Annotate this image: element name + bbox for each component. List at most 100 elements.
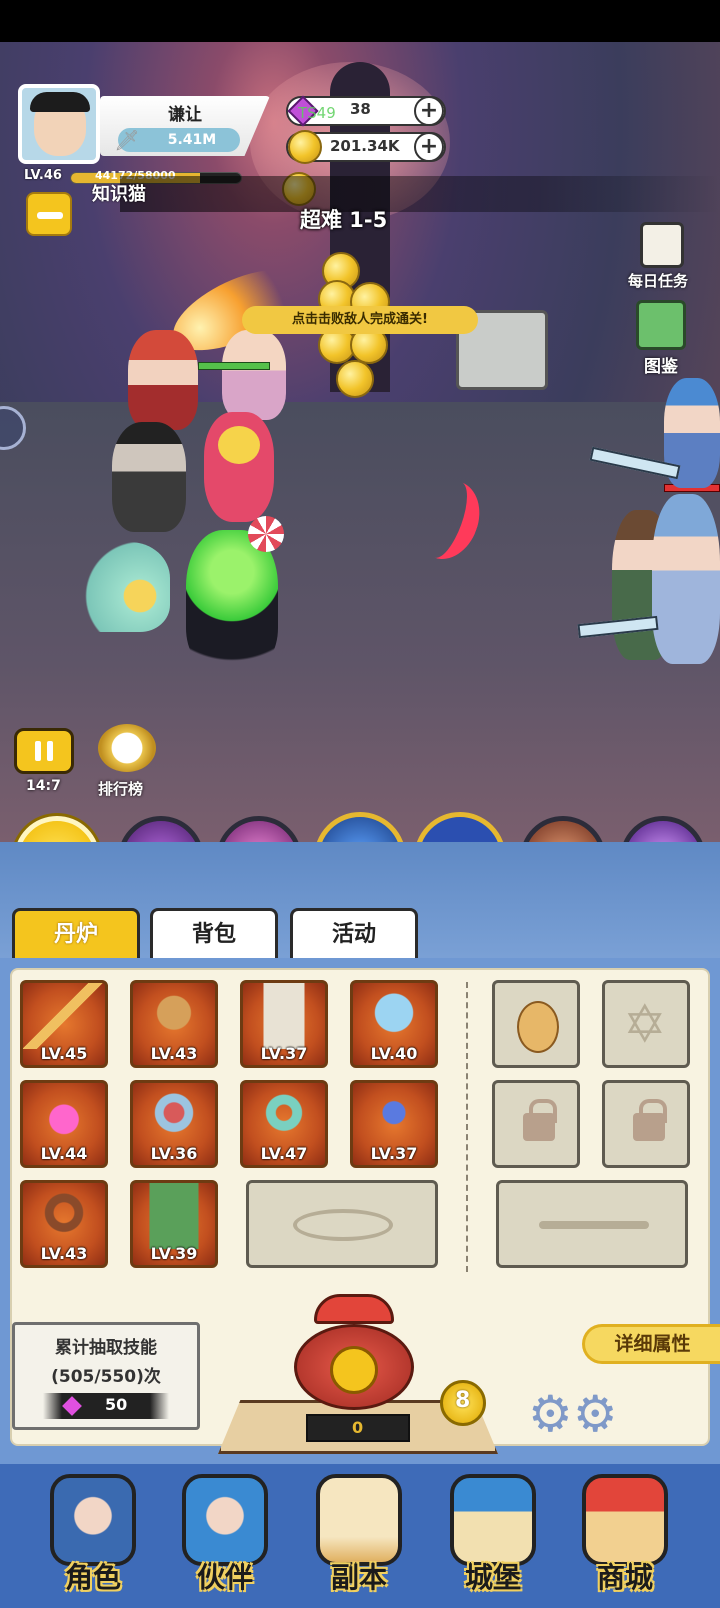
equipment-level: LV.45	[40, 1044, 88, 1063]
sword-icon: 🗡	[114, 128, 140, 152]
hero-monk[interactable]	[222, 330, 286, 420]
equipment-slot-staff[interactable]: LV.45	[20, 980, 108, 1068]
ring-icon	[243, 1083, 325, 1149]
battle-scene[interactable]	[0, 42, 720, 842]
hero-butterfly-pet[interactable]	[70, 542, 170, 632]
player-name: 谦让	[168, 105, 202, 125]
equipment-level: LV.39	[150, 1244, 198, 1263]
ranking-trophy-icon[interactable]	[98, 724, 156, 772]
equipment-level: LV.47	[260, 1144, 308, 1163]
add-gems-button[interactable]: +	[414, 96, 444, 126]
equipment-slot-boots[interactable]: LV.39	[130, 1180, 218, 1268]
pause-button[interactable]	[14, 728, 74, 774]
tab-alchemy-furnace[interactable]: 丹炉	[12, 908, 140, 958]
locked-slot[interactable]	[492, 1080, 580, 1168]
add-gold-button[interactable]: +	[414, 132, 444, 162]
boots-icon	[133, 1183, 215, 1249]
equipment-slot-bracelet[interactable]: LV.43	[20, 1180, 108, 1268]
equipment-level: LV.43	[150, 1044, 198, 1063]
tab-activity[interactable]: 活动	[290, 908, 418, 958]
stage-title: 超难 1-5	[300, 208, 388, 232]
ranking-label[interactable]: 排行榜	[98, 778, 143, 799]
nav-dungeon[interactable]: 副本	[294, 1470, 424, 1602]
scroll-map-icon	[316, 1474, 402, 1566]
draw-counter-label: 累计抽取技能	[55, 1338, 157, 1358]
gem-overlay-text: TS49	[298, 104, 336, 122]
formation-icon	[293, 1209, 393, 1241]
equipment-slot-shield[interactable]: LV.36	[130, 1080, 218, 1168]
daily-tasks-label[interactable]: 每日任务	[628, 270, 688, 291]
draw-cost-bar: 50	[43, 1393, 169, 1419]
battle-timer: 14:7	[26, 778, 61, 794]
furnace-count: 0	[352, 1418, 364, 1437]
player-level: LV.46	[24, 168, 62, 183]
nav-character[interactable]: 角色	[28, 1470, 158, 1602]
equipment-level: LV.37	[370, 1144, 418, 1163]
draw-cost: 50	[105, 1395, 128, 1414]
formation-slot[interactable]	[246, 1180, 438, 1268]
equipment-slot-robe[interactable]: LV.37	[240, 980, 328, 1068]
staff-icon	[23, 983, 105, 1049]
equipment-level: LV.43	[40, 1244, 88, 1263]
partner-icon	[182, 1474, 268, 1566]
robe-icon	[243, 983, 325, 1049]
character-portrait-icon	[50, 1474, 136, 1566]
nav-dungeon-label: 副本	[330, 1561, 387, 1594]
candy-projectile	[248, 516, 284, 552]
bracelet-icon	[23, 1183, 105, 1249]
orb-icon	[353, 983, 435, 1049]
furnace-level-text: 8	[455, 1388, 471, 1413]
enemy-blue-hair[interactable]	[652, 494, 720, 664]
shield-icon	[133, 1083, 215, 1149]
nav-castle-label: 城堡	[464, 1561, 521, 1594]
stage-hint: 点击击败敌人完成通关!	[242, 306, 478, 334]
hexagram-icon: ✡	[623, 995, 667, 1055]
coin-drop[interactable]	[336, 360, 374, 398]
gourd-slot[interactable]	[492, 980, 580, 1068]
equipment-level: LV.36	[150, 1144, 198, 1163]
stage-banner	[120, 176, 720, 212]
detail-attributes-button[interactable]: 详细属性	[582, 1324, 720, 1364]
collapse-button[interactable]	[26, 192, 72, 236]
castle-icon	[450, 1474, 536, 1566]
alchemy-furnace[interactable]	[276, 1290, 432, 1430]
codex-book-icon[interactable]	[636, 300, 686, 350]
hexagram-slot[interactable]: ✡	[602, 980, 690, 1068]
gold-coin-icon	[288, 130, 322, 164]
shop-building-icon	[582, 1474, 668, 1566]
gold-amount: 201.34K	[330, 137, 400, 155]
draw-counter-card: 累计抽取技能 (505/550)次 50	[12, 1322, 200, 1430]
equipment-level: LV.44	[40, 1144, 88, 1163]
equipment-level: LV.40	[370, 1044, 418, 1063]
gem-amount: 38	[350, 100, 371, 118]
draw-counter-progress: (505/550)次	[51, 1367, 161, 1387]
equipment-slot-flame[interactable]: LV.44	[20, 1080, 108, 1168]
hero-elder[interactable]	[112, 422, 186, 532]
mascot-face	[218, 426, 260, 464]
yin-yang-icon	[330, 1346, 378, 1394]
lock-icon	[523, 1099, 557, 1141]
tab-backpack[interactable]: 背包	[150, 908, 278, 958]
nav-character-label: 角色	[64, 1561, 121, 1594]
nav-shop[interactable]: 商城	[560, 1470, 690, 1602]
hero-red-warrior[interactable]	[128, 330, 198, 430]
equipment-slot-helmet[interactable]: LV.43	[130, 980, 218, 1068]
flame-icon	[23, 1083, 105, 1149]
nav-shop-label: 商城	[596, 1561, 653, 1594]
player-avatar[interactable]	[18, 84, 100, 164]
settings-gear-icon[interactable]: ⚙⚙	[528, 1388, 618, 1440]
nav-partner[interactable]: 伙伴	[160, 1470, 290, 1602]
equipment-slot-amulet[interactable]: LV.37	[350, 1080, 438, 1168]
lock-icon	[633, 1099, 667, 1141]
gem-icon	[62, 1396, 82, 1416]
equipment-slot-ring[interactable]: LV.47	[240, 1080, 328, 1168]
weapon-slot[interactable]	[496, 1180, 688, 1268]
gourd-icon	[517, 1001, 559, 1053]
equipment-slot-orb[interactable]: LV.40	[350, 980, 438, 1068]
locked-slot[interactable]	[602, 1080, 690, 1168]
nav-castle[interactable]: 城堡	[428, 1470, 558, 1602]
daily-tasks-icon[interactable]	[640, 222, 684, 268]
amulet-icon	[353, 1083, 435, 1149]
hero-hp-bar	[198, 362, 270, 370]
codex-label[interactable]: 图鉴	[644, 352, 678, 377]
